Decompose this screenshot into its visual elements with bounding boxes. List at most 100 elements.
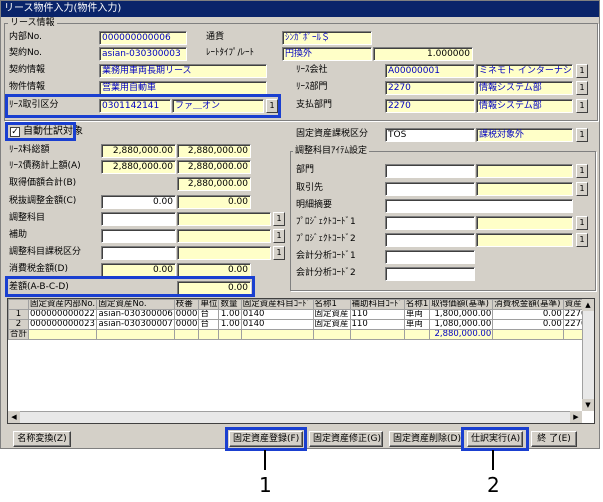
lease-class-highlight [5,94,281,118]
sub-name-field[interactable] [177,229,271,243]
acq-value-label: 取得価額合計(B) [9,178,77,188]
exit-button[interactable]: 終 了(E) [531,431,577,447]
dim-code-field-2[interactable] [385,199,573,213]
table-cell: 0.00 [492,319,564,330]
tax-class-lookup-button[interactable]: 1 [576,128,588,142]
col-header: 名称1 [403,299,431,310]
table-cell: 110 [349,319,405,330]
table-cell [96,329,175,340]
table-row[interactable]: 1 000000000022 asian-030300006 0000 台 1.… [8,309,594,320]
tax-class-name-field[interactable]: 課税対象外 [476,128,573,142]
dim-code-field-4[interactable] [385,233,475,247]
acq-value-field[interactable]: 2,880,000.00 [177,177,251,191]
dim-name-field-4[interactable] [476,233,573,247]
tax-adjust-field-2[interactable]: 0.00 [177,195,251,209]
auto-journal-highlight [5,122,76,141]
col-header: 数量 [218,299,242,310]
asset-delete-button[interactable]: 固定資産削除(D) [389,431,463,447]
horizontal-scrollbar[interactable] [8,411,582,423]
lease-dept-lookup-button[interactable]: 1 [576,81,588,95]
dim-name-field-0[interactable] [476,164,573,178]
callout-label-2: 2 [487,473,500,497]
table-cell [218,329,242,340]
table-cell: 0000 [173,309,200,320]
dim-label-3: ﾌﾟﾛｼﾞｪｸﾄｺｰﾄﾞ1 [296,217,356,227]
scroll-up-arrow[interactable]: ▲ [582,299,594,311]
rate-type-field[interactable]: 円換外 [282,47,372,61]
dim-label-4: ﾌﾟﾛｼﾞｪｸﾄｺｰﾄﾞ2 [296,234,356,244]
adj-subject-label: 調整科目 [9,213,46,223]
dim-lookup-button-4[interactable]: 1 [576,233,588,247]
lease-dept-name-field[interactable]: 情報システム部 [476,81,573,95]
table-row[interactable]: 2 000000000023 asian-030300007 0000 台 1.… [8,319,594,330]
dim-lookup-button-1[interactable]: 1 [576,182,588,196]
consumption-tax-label: 消費税金額(D) [9,264,68,274]
adj-subject-lookup-button[interactable]: 1 [273,212,285,226]
lease-dept-code-field[interactable]: 2270 [385,81,475,95]
table-cell: 1,800,000.00 [429,309,494,320]
dim-name-field-1[interactable] [476,182,573,196]
rate-field[interactable]: 1.000000 [373,47,473,61]
diff-highlight [5,276,255,297]
table-cell: 000000000023 [28,319,98,330]
scroll-right-arrow[interactable]: ▶ [570,411,582,423]
table-cell: 1,080,000.00 [429,319,494,330]
sub-code-field[interactable] [101,229,176,243]
vertical-scrollbar[interactable] [582,299,594,411]
pay-dept-code-field[interactable]: 2270 [385,99,475,113]
table-cell [28,329,98,340]
asset-modify-button[interactable]: 固定資産修正(G) [309,431,383,447]
pay-dept-name-field[interactable]: 情報システム部 [476,99,573,113]
property-info-field[interactable]: 営業用自動車 [99,81,267,95]
col-header: 固定資産科目ｺｰﾄﾞ [240,299,314,310]
col-header: 取得価額(基準) [429,299,494,310]
lease-debt-field-2[interactable]: 2,880,000.00 [177,160,251,174]
lease-company-lookup-button[interactable]: 1 [576,64,588,78]
currency-field[interactable]: ｼﾝｶﾞﾎﾟｰﾙ＄ [282,31,372,45]
col-header: 消費税金額(基準) [492,299,564,310]
dim-code-field-5[interactable] [385,250,475,264]
dim-lookup-button-0[interactable]: 1 [576,164,588,178]
dim-code-field-6[interactable] [385,267,475,281]
dim-name-field-3[interactable] [476,216,573,230]
adj-tax-name-field[interactable] [177,246,271,260]
adj-subject-code-field[interactable] [101,212,176,226]
table-cell [312,329,351,340]
contract-no-field[interactable]: asian-030300003 [99,47,187,61]
dim-lookup-button-3[interactable]: 1 [576,216,588,230]
name-change-button[interactable]: 名称変換(Z) [13,431,71,447]
consumption-tax-field-1[interactable]: 0.00 [101,263,176,277]
asset-grid[interactable]: 固定資産内部No. 固定資産No. 枝番 単位 数量 固定資産科目ｺｰﾄﾞ 名称… [7,298,595,424]
adj-subject-name-field[interactable] [177,212,271,226]
internal-no-field[interactable]: 000000000006 [99,31,187,45]
pay-dept-lookup-button[interactable]: 1 [576,99,588,113]
col-header: 枝番 [173,299,200,310]
lease-debt-field-1[interactable]: 2,880,000.00 [101,160,176,174]
table-cell: 車両 [403,309,431,320]
scroll-down-arrow[interactable]: ▼ [582,399,594,411]
adj-tax-lookup-button[interactable]: 1 [273,246,285,260]
tax-class-label: 固定資産課税区分 [296,129,369,139]
dim-code-field-0[interactable] [385,164,475,178]
dim-code-field-3[interactable] [385,216,475,230]
lease-company-code-field[interactable]: A00000001 [385,64,475,78]
col-header: 単位 [198,299,220,310]
consumption-tax-field-2[interactable]: 0.00 [177,263,251,277]
adj-tax-code-field[interactable] [101,246,176,260]
sub-lookup-button[interactable]: 1 [273,229,285,243]
dim-label-6: 会計分析ｺｰﾄﾞ2 [296,268,356,278]
dim-code-field-1[interactable] [385,182,475,196]
scroll-left-arrow[interactable]: ◀ [8,411,20,423]
contract-info-field[interactable]: 業務用車両長期リース [99,64,267,78]
pay-dept-label: 支払部門 [296,100,333,110]
total-lease-field-1[interactable]: 2,880,000.00 [101,144,176,158]
total-lease-field-2[interactable]: 2,880,000.00 [177,144,251,158]
tax-adjust-field-1[interactable]: 0.00 [101,195,176,209]
dim-label-1: 取引先 [296,183,324,193]
table-cell: 台 [198,319,220,330]
lease-info-group-title: リース情報 [8,18,57,29]
table-cell: 2 [8,319,30,330]
tax-class-code-field[interactable]: TOS [385,128,475,142]
lease-property-window: リース物件入力(物件入力) リース情報 内部No. 000000000006 通… [0,0,600,451]
lease-company-name-field[interactable]: ミネモト インターナショ [476,64,573,78]
